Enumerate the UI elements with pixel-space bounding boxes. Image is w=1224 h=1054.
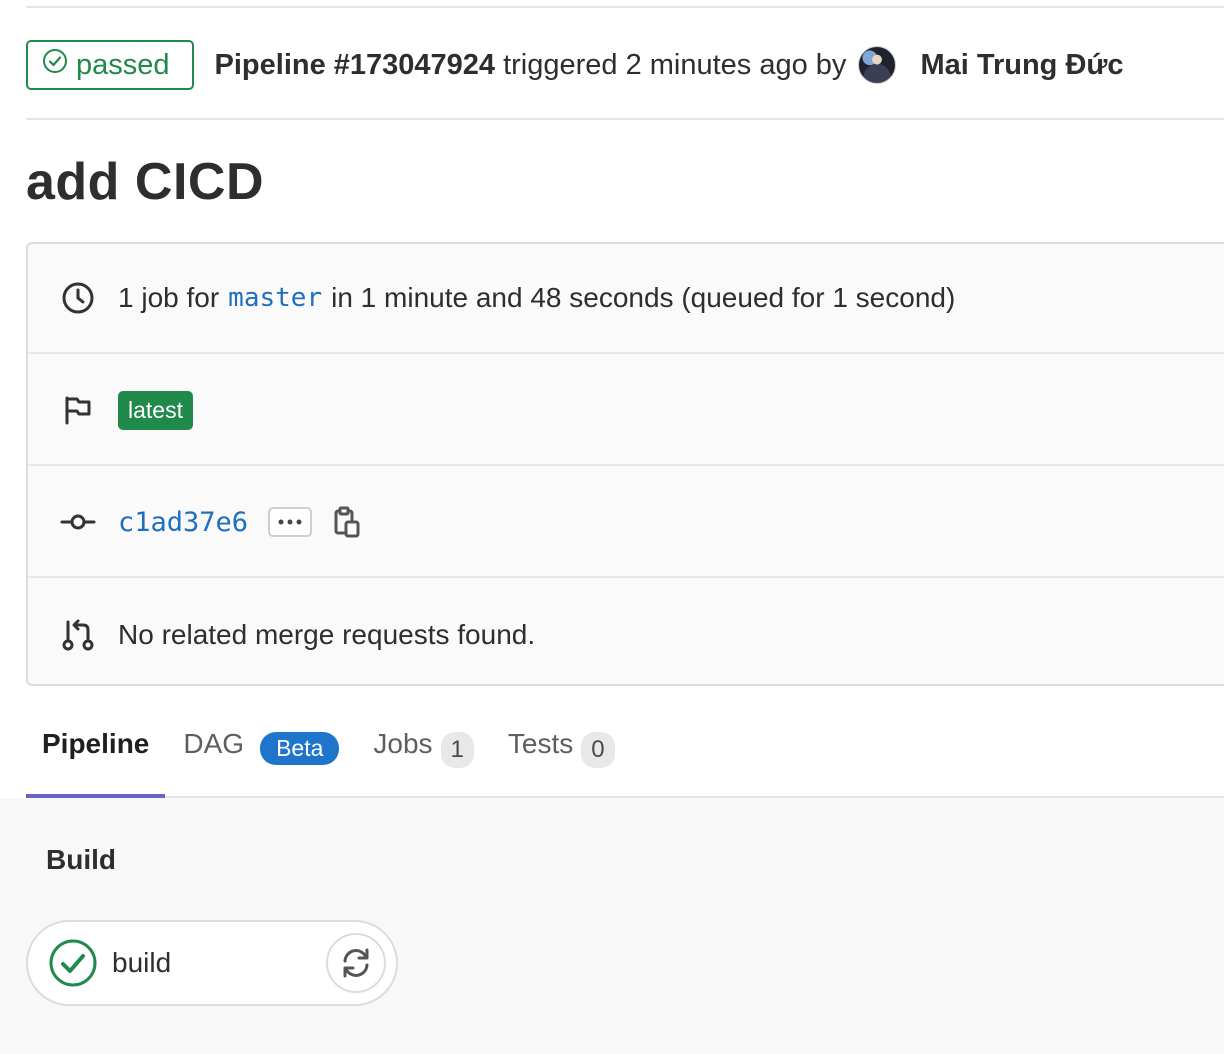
top-divider (26, 6, 1224, 8)
branch-link[interactable]: master (228, 283, 322, 313)
beta-badge: Beta (260, 732, 340, 765)
info-row-badges: latest (28, 356, 1224, 466)
pipeline-graph: Build build (0, 798, 1224, 1054)
job-success-icon (48, 938, 98, 988)
pipeline-header-text: Pipeline #173047924 triggered 2 minutes … (215, 46, 1124, 84)
commit-icon (60, 504, 96, 540)
tests-count-badge: 0 (581, 732, 615, 768)
pipeline-tabs: Pipeline DAG Beta Jobs 1 Tests 0 (26, 718, 1224, 798)
tab-jobs[interactable]: Jobs 1 (357, 718, 490, 796)
info-row-duration: 1 job for master in 1 minute and 48 seco… (28, 244, 1224, 354)
copy-sha-button[interactable] (332, 504, 362, 540)
tab-dag-label: DAG (183, 728, 245, 759)
retry-button[interactable] (326, 933, 386, 993)
flag-icon (60, 392, 96, 428)
tab-jobs-label: Jobs (373, 728, 433, 759)
tab-tests-label: Tests (507, 728, 574, 759)
job-name: build (112, 947, 172, 978)
jobs-count-badge: 1 (440, 732, 474, 768)
avatar[interactable] (858, 46, 897, 84)
author-name[interactable]: Mai Trung Đức (920, 49, 1123, 82)
merge-request-icon (60, 617, 96, 653)
tab-pipeline-label: Pipeline (42, 728, 150, 759)
stage-title: Build (46, 844, 116, 875)
pipeline-id: Pipeline #173047924 (214, 48, 496, 81)
latest-badge[interactable]: latest (118, 390, 193, 430)
tab-tests[interactable]: Tests 0 (492, 718, 631, 796)
page-title: add CICD (26, 153, 264, 211)
duration-text: in 1 minute and 48 seconds (queued for 1… (331, 282, 956, 313)
status-label: passed (76, 48, 170, 81)
ellipsis-button[interactable] (268, 507, 313, 537)
info-row-merge-requests: No related merge requests found. (28, 580, 1224, 690)
pipeline-info-box: 1 job for master in 1 minute and 48 seco… (26, 242, 1224, 686)
copy-clipboard-icon (334, 506, 360, 538)
retry-icon (343, 948, 369, 978)
header-divider (26, 118, 1224, 120)
job-count-text: 1 job for (118, 282, 220, 313)
triggered-text: triggered 2 minutes ago by (503, 48, 847, 81)
merge-requests-text: No related merge requests found. (118, 619, 536, 650)
info-row-commit: c1ad37e6 (28, 468, 1224, 578)
job-build[interactable]: build (26, 920, 398, 1006)
tab-pipeline[interactable]: Pipeline (26, 718, 166, 798)
status-success-icon (42, 48, 76, 82)
commit-sha-link[interactable]: c1ad37e6 (118, 507, 248, 538)
clock-icon (60, 280, 96, 316)
status-badge[interactable]: passed (26, 40, 194, 90)
pipeline-header: passed Pipeline #173047924 triggered 2 m… (26, 40, 1124, 90)
tab-dag[interactable]: DAG Beta (167, 718, 355, 796)
ellipsis-icon (278, 519, 302, 525)
